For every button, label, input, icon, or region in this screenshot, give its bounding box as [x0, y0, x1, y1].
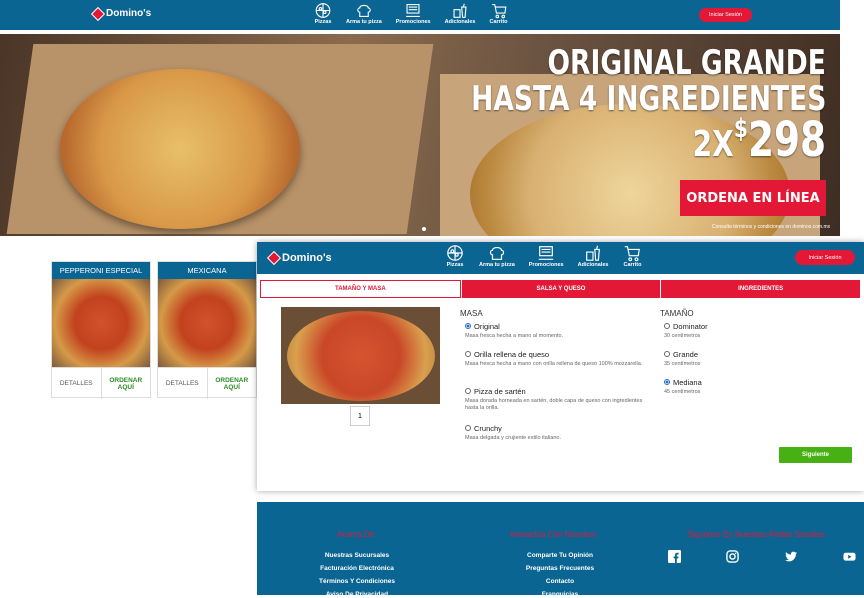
nav-promociones[interactable]: Promociones: [529, 244, 564, 268]
footer-link[interactable]: Términos Y Condiciones: [287, 578, 427, 585]
dominos-logo[interactable]: Domino's: [90, 6, 152, 21]
footer-about-title: Acerca De: [337, 530, 375, 539]
footer-link[interactable]: Comparte Tu Opinión: [490, 552, 630, 559]
youtube-icon[interactable]: [843, 550, 856, 563]
carousel-dot[interactable]: [422, 227, 426, 231]
size-option-grande[interactable]: Grande 35 centímetros: [664, 350, 784, 368]
radio-selected[interactable]: [465, 323, 471, 330]
pizza-icon: [315, 3, 331, 18]
dough-option-pan[interactable]: Pizza de sartén Masa dorada horneada en …: [465, 387, 645, 413]
nav-carrito[interactable]: Carrito: [489, 2, 508, 25]
nav-carrito[interactable]: Carrito: [622, 244, 642, 268]
brand-name: Domino's: [106, 8, 152, 19]
quantity-input[interactable]: 1: [350, 406, 370, 426]
domino-icon: [90, 6, 106, 21]
radio[interactable]: [465, 388, 471, 395]
nav-pizzas[interactable]: Pizzas: [445, 244, 465, 268]
footer-link[interactable]: Preguntas Frecuentes: [490, 565, 630, 572]
main-nav: Pizzas Arma tu pizza Promociones Adicion…: [314, 2, 508, 25]
dough-section-title: MASA: [460, 309, 483, 318]
footer-interact-title: Interactúa Con Nosotros: [510, 530, 597, 539]
chef-hat-icon: [489, 247, 504, 260]
promotions-icon: [538, 246, 554, 260]
footer-link[interactable]: Facturación Electrónica: [287, 565, 427, 572]
hero-banner[interactable]: ORIGINAL GRANDE HASTA 4 INGREDIENTES 2X$…: [0, 34, 840, 236]
nav-adicionales[interactable]: Adicionales: [578, 244, 608, 268]
login-button[interactable]: Iniciar Sesión: [795, 250, 855, 265]
product-card-mexicana: MEXICANA DETALLES ORDENAR AQUÍ: [157, 261, 257, 399]
product-title: PEPPERONI ESPECIAL: [52, 262, 150, 279]
promo-price: 2X$298: [692, 112, 826, 168]
size-option-mediana[interactable]: Mediana 45 centímetros: [664, 378, 784, 396]
cart-icon: [491, 3, 506, 19]
footer-link[interactable]: Contacto: [490, 578, 630, 585]
login-button[interactable]: Iniciar Sesión: [699, 8, 752, 22]
promotions-icon: [406, 3, 420, 18]
size-option-dominator[interactable]: Dominator 30 centímetros: [664, 322, 784, 340]
radio-selected[interactable]: [664, 379, 670, 386]
size-section-title: TAMAÑO: [660, 309, 694, 318]
pizza-customizer-modal: Domino's Pizzas Arma tu pizza Promocione…: [257, 242, 864, 491]
product-image: [52, 279, 150, 367]
pizza-preview-image: [281, 307, 440, 404]
chef-hat-icon: [357, 4, 371, 18]
domino-icon: [266, 250, 282, 266]
dominos-logo[interactable]: Domino's: [266, 250, 332, 266]
next-button[interactable]: Siguiente: [779, 447, 852, 463]
product-title: MEXICANA: [158, 262, 256, 279]
pizza-image-left: [60, 69, 300, 229]
tab-size-dough[interactable]: TAMAÑO Y MASA: [260, 280, 461, 298]
promo-line2: HASTA 4 INGREDIENTES: [470, 79, 826, 119]
product-card-pepperoni: PEPPERONI ESPECIAL DETALLES ORDENAR AQUÍ: [51, 261, 151, 399]
promo-line1: ORIGINAL GRANDE: [547, 43, 826, 83]
radio[interactable]: [465, 351, 471, 358]
dough-option-original[interactable]: Original Masa fresca hecha a mano al mom…: [465, 322, 645, 340]
footer-social-title: Síguenos En Nuestras Redes Sociales: [687, 530, 825, 539]
modal-navbar: Domino's Pizzas Arma tu pizza Promocione…: [257, 242, 864, 274]
nav-promociones[interactable]: Promociones: [396, 2, 431, 25]
drink-icon: [453, 3, 467, 18]
cart-icon: [625, 246, 641, 262]
dough-option-crunchy[interactable]: Crunchy Masa delgada y crujiente estilo …: [465, 424, 645, 442]
top-navbar: Domino's Pizzas Arma tu pizza Promocione…: [0, 0, 840, 30]
order-online-button[interactable]: ORDENA EN LÍNEA: [680, 180, 826, 216]
dough-option-stuffed-crust[interactable]: Orilla rellena de queso Masa fresca hech…: [465, 350, 645, 368]
twitter-icon[interactable]: [785, 550, 798, 563]
site-footer: Acerca De Nuestras Sucursales Facturació…: [257, 502, 864, 598]
nav-pizzas[interactable]: Pizzas: [314, 2, 332, 25]
footer-link[interactable]: Nuestras Sucursales: [287, 552, 427, 559]
details-button[interactable]: DETALLES: [52, 368, 102, 399]
nav-arma-tu-pizza[interactable]: Arma tu pizza: [346, 2, 382, 25]
facebook-icon[interactable]: [668, 550, 681, 563]
radio[interactable]: [465, 425, 471, 432]
modal-main-nav: Pizzas Arma tu pizza Promociones Adicion…: [445, 244, 642, 268]
radio[interactable]: [664, 351, 670, 358]
tab-sauce-cheese[interactable]: SALSA Y QUESO: [460, 280, 661, 298]
customizer-tabs: TAMAÑO Y MASA SALSA Y QUESO INGREDIENTES: [260, 280, 861, 298]
details-button[interactable]: DETALLES: [158, 368, 208, 399]
drink-icon: [586, 245, 600, 261]
pizza-icon: [447, 245, 463, 261]
nav-adicionales[interactable]: Adicionales: [445, 2, 475, 25]
order-here-button[interactable]: ORDENAR AQUÍ: [102, 368, 151, 399]
order-here-button[interactable]: ORDENAR AQUÍ: [208, 368, 257, 399]
product-image: [158, 279, 256, 367]
tab-ingredients[interactable]: INGREDIENTES: [660, 280, 861, 298]
instagram-icon[interactable]: [726, 550, 739, 563]
promo-legal-text: Consulta términos y condiciones en domin…: [712, 224, 831, 230]
radio[interactable]: [664, 323, 670, 330]
nav-arma-tu-pizza[interactable]: Arma tu pizza: [479, 244, 515, 268]
